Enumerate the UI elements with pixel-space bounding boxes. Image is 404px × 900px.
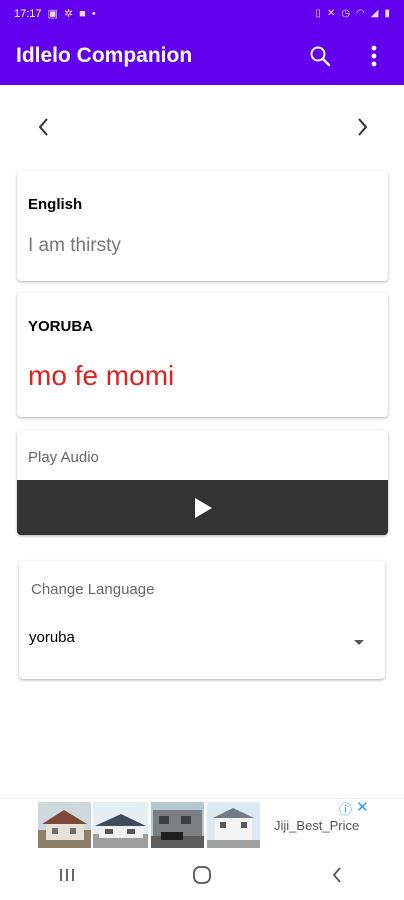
gallery-icon: ▣ xyxy=(47,8,58,20)
ad-advertiser-name[interactable]: Jiji_Best_Price xyxy=(274,818,359,833)
app-title: Idlelo Companion xyxy=(16,44,193,67)
english-label: English xyxy=(28,196,83,213)
signal-icon: ◢ xyxy=(370,8,379,19)
ad-banner[interactable]: Jiji_Best_Price ⓘ ✕ xyxy=(0,798,404,850)
search-icon[interactable] xyxy=(306,42,334,70)
app-actions xyxy=(306,42,388,70)
phrase-navigation xyxy=(0,105,404,149)
yoruba-card: YORUBA mo fe momi xyxy=(17,293,388,417)
audio-card: Play Audio xyxy=(17,430,388,535)
back-icon[interactable] xyxy=(317,855,357,895)
alarm-icon: ◷ xyxy=(341,8,351,19)
vibrate-icon: ▯ xyxy=(315,8,321,19)
language-select[interactable]: yoruba xyxy=(29,621,374,653)
audio-player xyxy=(17,480,388,535)
language-card: Change Language yoruba xyxy=(19,561,385,679)
battery-icon: ▮ xyxy=(384,8,390,19)
dot-icon: • xyxy=(91,7,96,20)
system-navigation-bar xyxy=(0,850,404,900)
change-language-title: Change Language xyxy=(31,581,155,598)
ad-image-house-4[interactable] xyxy=(207,802,260,848)
chevron-right-icon[interactable] xyxy=(348,113,376,141)
close-icon[interactable]: ✕ xyxy=(356,798,369,816)
english-text: I am thirsty xyxy=(28,235,121,256)
status-time: 17:17 xyxy=(14,7,42,20)
settings-icon: ✲ xyxy=(63,8,74,20)
photo-icon: ■ xyxy=(79,7,86,20)
app-bar: Idlelo Companion xyxy=(0,27,404,85)
info-icon[interactable]: ⓘ xyxy=(339,799,352,818)
status-bar: 17:17 ▣ ✲ ■ • ▯ ✕ ◷ ◠ ◢ ▮ xyxy=(0,0,404,27)
yoruba-label: YORUBA xyxy=(28,318,94,335)
mute-icon: ✕ xyxy=(326,8,336,19)
play-icon[interactable] xyxy=(189,494,217,522)
chevron-left-icon[interactable] xyxy=(30,113,58,141)
yoruba-text: mo fe momi xyxy=(28,360,175,391)
wifi-icon: ◠ xyxy=(356,8,365,19)
ad-image-house-3[interactable] xyxy=(151,802,204,848)
status-left: 17:17 ▣ ✲ ■ • xyxy=(14,7,96,21)
ad-image-house-2[interactable] xyxy=(93,802,148,848)
arrow-drop-down-icon xyxy=(354,633,364,651)
status-right: ▯ ✕ ◷ ◠ ◢ ▮ xyxy=(315,8,390,19)
ad-image-house-1[interactable] xyxy=(38,802,91,848)
home-icon[interactable] xyxy=(182,855,222,895)
play-audio-label: Play Audio xyxy=(28,449,99,466)
more-vert-icon[interactable] xyxy=(360,42,388,70)
recents-icon[interactable] xyxy=(47,855,87,895)
language-select-value: yoruba xyxy=(29,628,75,646)
english-card: English I am thirsty xyxy=(17,171,388,281)
